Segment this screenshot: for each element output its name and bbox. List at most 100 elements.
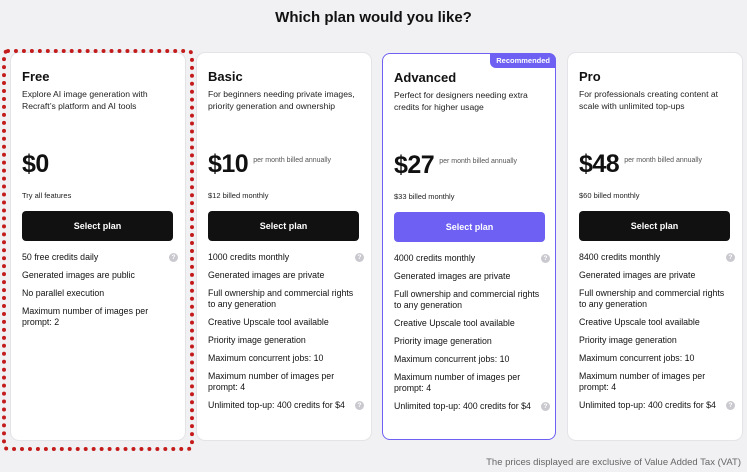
feature-text: Generated images are private — [579, 270, 696, 280]
plan-name: Pro — [579, 69, 601, 84]
plan-description: For professionals creating content at sc… — [579, 89, 719, 111]
price-row: $48 per month billed annually — [579, 150, 702, 178]
plan-card-advanced: Recommended Advanced Perfect for designe… — [382, 53, 556, 440]
plan-price: $10 — [208, 150, 249, 178]
feature-item: Creative Upscale tool available — [579, 317, 737, 328]
page-title: Which plan would you like? — [275, 9, 472, 26]
feature-text: Unlimited top-up: 400 credits for $4 — [208, 400, 345, 410]
feature-item: Unlimited top-up: 400 credits for $4? — [579, 400, 737, 411]
feature-item: Creative Upscale tool available — [394, 318, 552, 329]
price-period-text: per month billed annually — [439, 158, 518, 165]
feature-text: Maximum concurrent jobs: 10 — [579, 353, 695, 363]
select-plan-button-advanced[interactable]: Select plan — [394, 212, 545, 242]
plan-description: Explore AI image generation with Recraft… — [22, 89, 148, 111]
feature-text: Generated images are private — [208, 270, 325, 280]
feature-item: Maximum concurrent jobs: 10 — [394, 354, 552, 365]
price-period: per month billed annually — [253, 156, 331, 165]
billing-note: $33 billed monthly — [394, 192, 455, 201]
feature-item: Creative Upscale tool available — [208, 317, 366, 328]
info-icon[interactable]: ? — [355, 253, 364, 262]
plan-price: $27 — [394, 151, 435, 179]
feature-item: Priority image generation — [208, 335, 366, 346]
info-icon[interactable]: ? — [169, 253, 178, 262]
info-icon[interactable]: ? — [726, 401, 735, 410]
billing-note: $60 billed monthly — [579, 191, 640, 200]
price-period: per month billed annually — [624, 156, 702, 165]
billing-note: $12 billed monthly — [208, 191, 269, 200]
feature-text: Maximum number of images per prompt: 4 — [208, 371, 335, 392]
feature-text: 4000 credits monthly — [394, 253, 476, 263]
feature-list: 4000 credits monthly? Generated images a… — [394, 253, 552, 419]
vat-footnote: The prices displayed are exclusive of Va… — [486, 457, 741, 468]
info-icon[interactable]: ? — [726, 253, 735, 262]
feature-text: Unlimited top-up: 400 credits for $4 — [579, 400, 716, 410]
feature-item: Maximum number of images per prompt: 4 — [208, 371, 366, 393]
feature-text: Full ownership and commercial rights to … — [208, 288, 354, 309]
plan-price: $0 — [22, 150, 49, 178]
feature-item: Maximum number of images per prompt: 4 — [394, 372, 552, 394]
feature-text: Creative Upscale tool available — [579, 317, 700, 327]
feature-item: 8400 credits monthly? — [579, 252, 737, 263]
feature-text: Creative Upscale tool available — [394, 318, 515, 328]
feature-text: Creative Upscale tool available — [208, 317, 329, 327]
plan-description: For beginners needing private images, pr… — [208, 89, 355, 111]
plan-card-basic: Basic For beginners needing private imag… — [197, 53, 371, 440]
price-row: $0 — [22, 150, 49, 178]
feature-item: No parallel execution — [22, 288, 180, 299]
feature-text: Maximum number of images per prompt: 4 — [394, 372, 521, 393]
feature-text: 50 free credits daily — [22, 252, 99, 262]
feature-item: Priority image generation — [394, 336, 552, 347]
feature-text: 1000 credits monthly — [208, 252, 290, 262]
feature-item: Maximum number of images per prompt: 4 — [579, 371, 737, 393]
select-plan-button-basic[interactable]: Select plan — [208, 211, 359, 241]
feature-item: Maximum number of images per prompt: 2 — [22, 306, 180, 328]
plan-name: Free — [22, 69, 50, 84]
feature-item: Full ownership and commercial rights to … — [579, 288, 737, 310]
feature-item: Generated images are private — [394, 271, 552, 282]
info-icon[interactable]: ? — [541, 402, 550, 411]
feature-text: Maximum number of images per prompt: 2 — [22, 306, 149, 327]
feature-text: Priority image generation — [208, 335, 306, 345]
feature-item: Generated images are public — [22, 270, 180, 281]
feature-text: Unlimited top-up: 400 credits for $4 — [394, 401, 531, 411]
price-period-text: per month billed annually — [624, 157, 703, 164]
feature-text: Maximum number of images per prompt: 4 — [579, 371, 706, 392]
feature-item: 50 free credits daily? — [22, 252, 180, 263]
feature-item: Generated images are private — [208, 270, 366, 281]
feature-item: Unlimited top-up: 400 credits for $4? — [394, 401, 552, 412]
plan-name: Basic — [208, 69, 243, 84]
price-row: $10 per month billed annually — [208, 150, 331, 178]
price-period: per month billed annually — [439, 157, 517, 166]
plan-price: $48 — [579, 150, 620, 178]
feature-text: Priority image generation — [579, 335, 677, 345]
feature-text: 8400 credits monthly — [579, 252, 661, 262]
feature-item: Generated images are private — [579, 270, 737, 281]
select-plan-button-pro[interactable]: Select plan — [579, 211, 730, 241]
feature-text: Full ownership and commercial rights to … — [579, 288, 725, 309]
feature-list: 50 free credits daily? Generated images … — [22, 252, 180, 335]
feature-text: No parallel execution — [22, 288, 105, 298]
info-icon[interactable]: ? — [355, 401, 364, 410]
plan-name: Advanced — [394, 70, 457, 85]
select-plan-button-free[interactable]: Select plan — [22, 211, 173, 241]
feature-text: Priority image generation — [394, 336, 492, 346]
feature-item: Unlimited top-up: 400 credits for $4? — [208, 400, 366, 411]
feature-item: 1000 credits monthly? — [208, 252, 366, 263]
feature-text: Maximum concurrent jobs: 10 — [208, 353, 324, 363]
feature-text: Generated images are private — [394, 271, 511, 281]
feature-item: Maximum concurrent jobs: 10 — [579, 353, 737, 364]
plan-card-free: Free Explore AI image generation with Re… — [11, 53, 185, 440]
feature-item: Full ownership and commercial rights to … — [208, 288, 366, 310]
feature-item: Full ownership and commercial rights to … — [394, 289, 552, 311]
feature-text: Maximum concurrent jobs: 10 — [394, 354, 510, 364]
price-row: $27 per month billed annually — [394, 151, 517, 179]
feature-text: Generated images are public — [22, 270, 135, 280]
feature-item: Maximum concurrent jobs: 10 — [208, 353, 366, 364]
plan-card-pro: Pro For professionals creating content a… — [568, 53, 742, 440]
feature-item: Priority image generation — [579, 335, 737, 346]
price-period-text: per month billed annually — [253, 157, 332, 164]
feature-list: 8400 credits monthly? Generated images a… — [579, 252, 737, 418]
feature-text: Full ownership and commercial rights to … — [394, 289, 540, 310]
billing-note: Try all features — [22, 191, 72, 200]
info-icon[interactable]: ? — [541, 254, 550, 263]
